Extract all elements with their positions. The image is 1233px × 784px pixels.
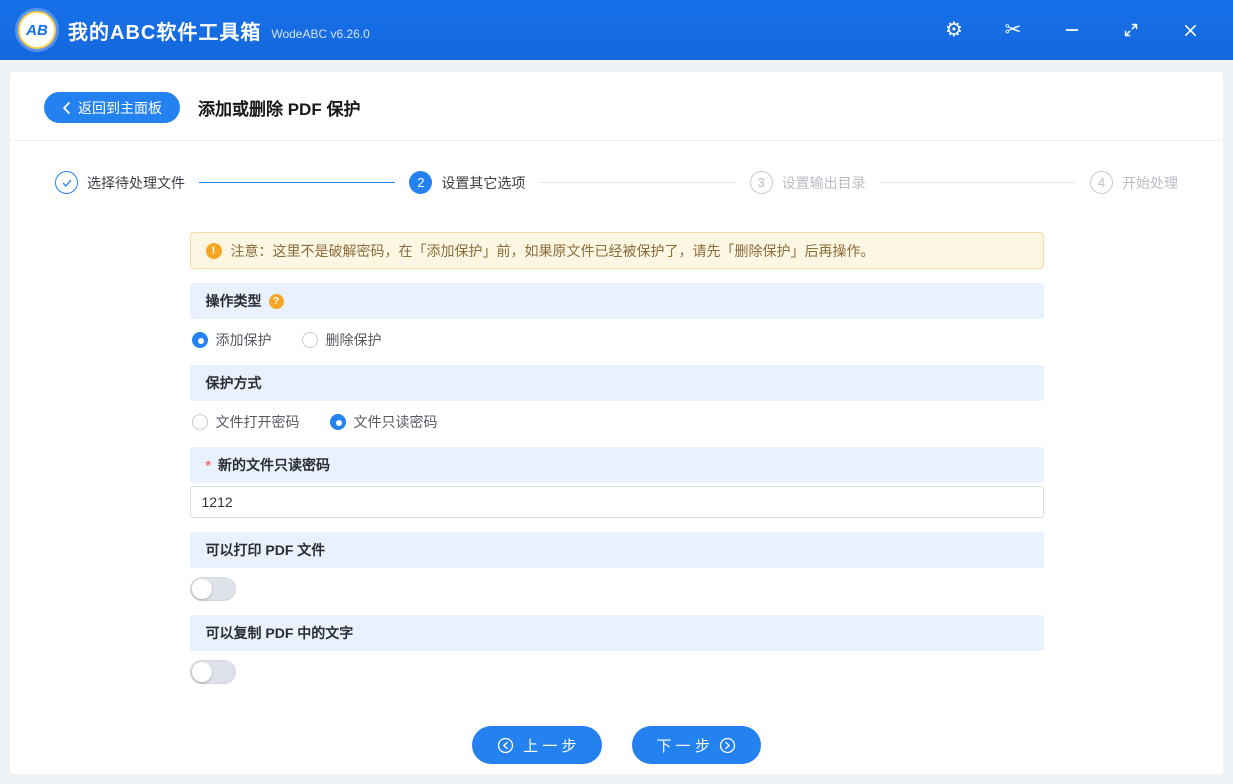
password-header: * 新的文件只读密码 <box>189 447 1044 483</box>
step-number: 3 <box>749 171 773 194</box>
prev-step-label: 上 一 步 <box>523 737 577 755</box>
chevron-left-icon <box>63 101 70 114</box>
back-button-label: 返回到主面板 <box>78 99 162 116</box>
step-connector <box>199 182 396 183</box>
wizard-navigation: 上 一 步 下 一 步 <box>190 726 1044 764</box>
toggle-knob <box>191 579 212 599</box>
allow-print-toggle[interactable] <box>189 577 236 601</box>
radio-add-protection[interactable]: 添加保护 <box>191 330 272 350</box>
allow-copy-label: 可以复制 PDF 中的文字 <box>205 625 354 641</box>
step-connector <box>879 182 1076 183</box>
app-logo-icon: AB <box>18 11 56 49</box>
required-asterisk: * <box>205 457 211 473</box>
circle-arrow-left-icon <box>498 737 514 753</box>
allow-print-label: 可以打印 PDF 文件 <box>205 542 326 558</box>
app-logo-text: AB <box>26 21 48 39</box>
prev-step-button[interactable]: 上 一 步 <box>472 726 602 764</box>
step-connector <box>539 182 736 183</box>
step-label: 选择待处理文件 <box>87 174 185 191</box>
protection-method-options: 文件打开密码 文件只读密码 <box>191 412 1042 432</box>
app-version: WodeABC v6.26.0 <box>271 26 370 41</box>
step-label: 设置输出目录 <box>781 174 866 191</box>
page-header: 返回到主面板 添加或删除 PDF 保护 <box>10 72 1223 140</box>
radio-unselected-icon <box>191 414 208 430</box>
next-step-label: 下 一 步 <box>656 737 710 755</box>
maximize-icon[interactable] <box>1120 19 1142 41</box>
password-input[interactable] <box>189 486 1044 518</box>
help-icon[interactable]: ? <box>268 293 284 309</box>
allow-copy-header: 可以复制 PDF 中的文字 <box>189 615 1044 651</box>
step-output-dir: 3 设置输出目录 <box>749 171 866 194</box>
scissors-icon[interactable]: ✂ <box>1002 19 1024 41</box>
password-label: 新的文件只读密码 <box>217 457 330 473</box>
radio-selected-icon <box>191 332 208 348</box>
minimize-icon[interactable] <box>1061 19 1083 41</box>
window-controls: ⚙ ✂ <box>943 19 1215 41</box>
step-select-files: 选择待处理文件 <box>55 171 185 194</box>
step-label: 设置其它选项 <box>441 174 526 191</box>
radio-label: 文件打开密码 <box>215 414 300 430</box>
radio-unselected-icon <box>301 332 318 348</box>
allow-print-header: 可以打印 PDF 文件 <box>189 532 1044 568</box>
step-number: 4 <box>1089 171 1113 194</box>
main-panel: 返回到主面板 添加或删除 PDF 保护 选择待处理文件 2 设置其它选项 3 设… <box>10 72 1223 774</box>
warning-icon: ! <box>205 242 222 259</box>
step-indicator: 选择待处理文件 2 设置其它选项 3 设置输出目录 4 开始处理 <box>10 141 1223 220</box>
form-content: ! 注意：这里不是破解密码，在「添加保护」前，如果原文件已经被保护了，请先「删除… <box>189 232 1044 764</box>
close-icon[interactable] <box>1179 19 1201 41</box>
allow-copy-toggle[interactable] <box>189 660 236 684</box>
radio-remove-protection[interactable]: 删除保护 <box>301 330 382 350</box>
next-step-button[interactable]: 下 一 步 <box>631 726 761 764</box>
radio-readonly-password[interactable]: 文件只读密码 <box>329 412 438 432</box>
circle-arrow-right-icon <box>719 737 735 753</box>
notice-text: 注意：这里不是破解密码，在「添加保护」前，如果原文件已经被保护了，请先「删除保护… <box>230 242 875 259</box>
app-title: 我的ABC软件工具箱 <box>68 21 262 44</box>
step-start-process: 4 开始处理 <box>1089 171 1178 194</box>
radio-label: 添加保护 <box>215 332 272 348</box>
radio-selected-icon <box>329 414 346 430</box>
protection-method-header: 保护方式 <box>189 365 1044 401</box>
toggle-knob <box>191 662 212 682</box>
step-number: 2 <box>409 171 433 194</box>
radio-label: 删除保护 <box>325 332 382 348</box>
step-label: 开始处理 <box>1121 174 1178 191</box>
step-set-options: 2 设置其它选项 <box>409 171 525 194</box>
page-title: 添加或删除 PDF 保护 <box>198 100 361 119</box>
settings-gear-icon[interactable]: ⚙ <box>943 19 965 41</box>
notice-banner: ! 注意：这里不是破解密码，在「添加保护」前，如果原文件已经被保护了，请先「删除… <box>189 232 1044 269</box>
operation-type-header: 操作类型 ? <box>189 283 1044 319</box>
protection-method-label: 保护方式 <box>205 375 262 391</box>
back-to-dashboard-button[interactable]: 返回到主面板 <box>44 92 180 123</box>
operation-type-label: 操作类型 <box>205 293 262 309</box>
operation-type-options: 添加保护 删除保护 <box>191 330 1042 350</box>
step-check-icon <box>55 171 78 194</box>
titlebar: AB 我的ABC软件工具箱 WodeABC v6.26.0 ⚙ ✂ <box>0 0 1233 60</box>
radio-open-password[interactable]: 文件打开密码 <box>191 412 300 432</box>
radio-label: 文件只读密码 <box>353 414 438 430</box>
